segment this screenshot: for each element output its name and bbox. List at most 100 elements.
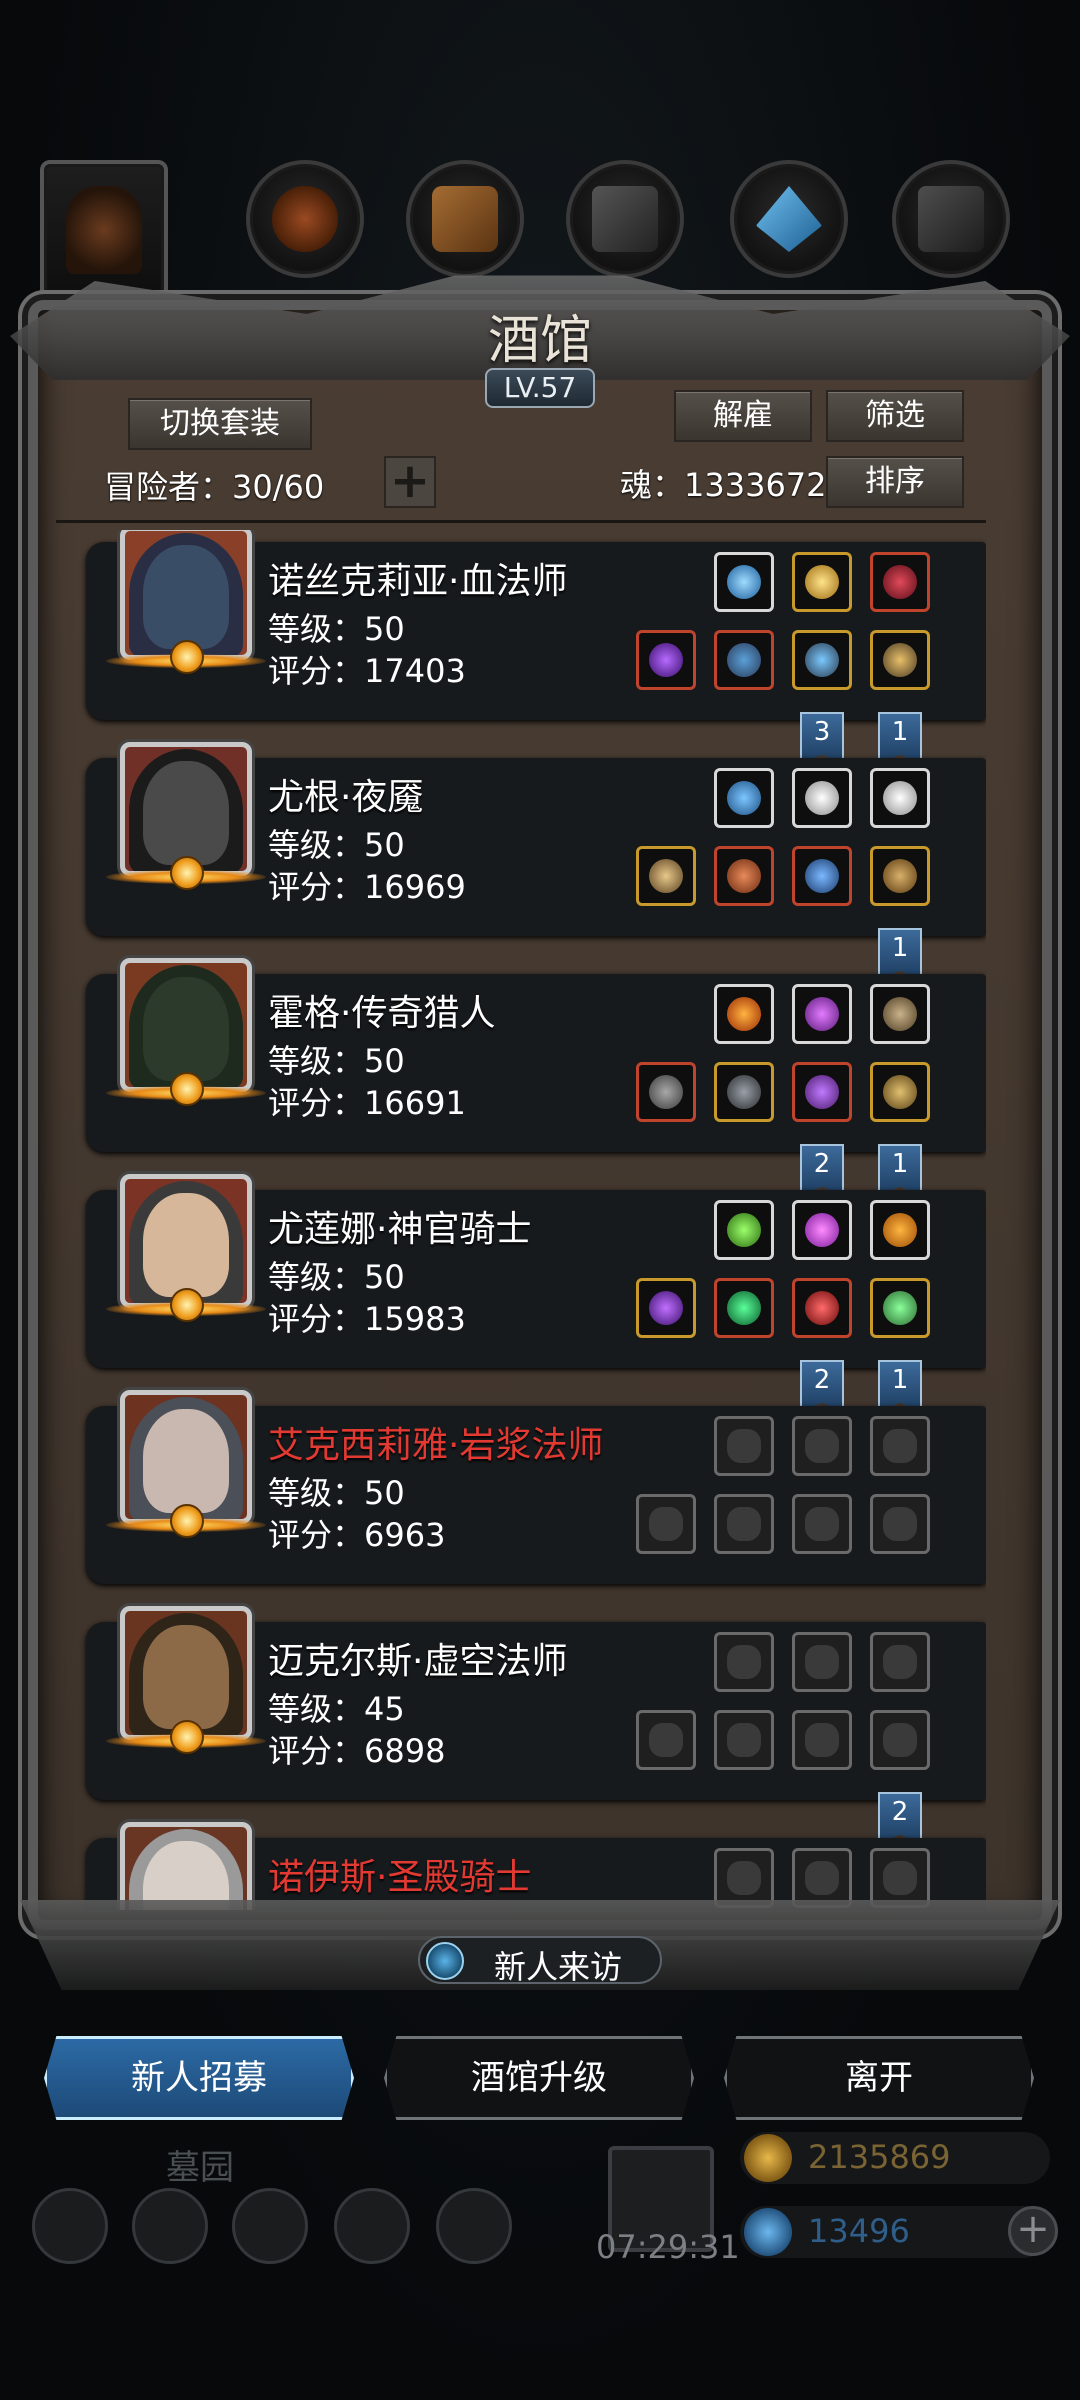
new-visitor-button[interactable]: 新人来访	[418, 1936, 662, 1986]
hero-card[interactable]: 艾克西莉雅·岩浆法师 等级：50 评分：6963	[86, 1390, 986, 1584]
tab-iron[interactable]	[892, 160, 1010, 278]
hero-score: 评分：16969	[268, 868, 466, 906]
equipment-slot[interactable]	[714, 1710, 774, 1770]
hero-card[interactable]: 诺伊斯·圣殿骑士	[86, 1822, 986, 1910]
hero-card[interactable]: 诺丝克莉亚·血法师 等级：50 评分：17403 3 1	[86, 530, 986, 764]
filter-button[interactable]: 筛选	[826, 390, 964, 442]
gem-icon	[883, 781, 917, 815]
rank-star-icon	[170, 640, 204, 674]
empty-slot-icon	[727, 1507, 761, 1541]
settings-gear-icon[interactable]	[32, 2188, 108, 2264]
equipment-slot[interactable]	[714, 552, 774, 612]
equipment-slot[interactable]	[792, 552, 852, 612]
equipment-slot[interactable]	[636, 1710, 696, 1770]
equipment-slot[interactable]	[714, 1062, 774, 1122]
hero-face	[143, 977, 229, 1081]
hero-card[interactable]: 尤莲娜·神官骑士 等级：50 评分：15983 2 1	[86, 1174, 986, 1412]
tab-material[interactable]	[406, 160, 524, 278]
gem-icon	[727, 565, 761, 599]
achievement-icon[interactable]	[132, 2188, 208, 2264]
equipment-slot[interactable]	[870, 630, 930, 690]
tab-crystal[interactable]	[730, 160, 848, 278]
empty-slot-icon	[805, 1861, 839, 1895]
equipment-slot[interactable]	[792, 1494, 852, 1554]
equipment-slot[interactable]	[870, 1062, 930, 1122]
equipment-slot[interactable]	[870, 1416, 930, 1476]
equipment-icon	[805, 859, 839, 893]
equipment-icon	[727, 1075, 761, 1109]
hero-level: 等级：45	[268, 1690, 405, 1728]
equipment-slot[interactable]	[870, 552, 930, 612]
switch-set-button[interactable]: 切换套装	[128, 398, 312, 450]
equipment-slot[interactable]	[792, 630, 852, 690]
gift-timer: 07:29:31	[596, 2228, 740, 2266]
ranking-icon[interactable]	[232, 2188, 308, 2264]
iron-icon	[918, 186, 984, 252]
equipment-slot[interactable]	[870, 1848, 930, 1908]
leave-button[interactable]: 离开	[724, 2036, 1034, 2120]
rank-star-icon	[170, 856, 204, 890]
equipment-slot[interactable]	[792, 768, 852, 828]
tab-hero[interactable]	[40, 160, 168, 300]
equipment-slot[interactable]	[636, 630, 696, 690]
upgrade-tavern-button[interactable]: 酒馆升级	[384, 2036, 694, 2120]
hero-card[interactable]: 霍格·传奇猎人 等级：50 评分：16691 2 1	[86, 958, 986, 1196]
hero-portrait	[120, 1822, 252, 1910]
hero-card[interactable]: 尤根·夜魇 等级：50 评分：16969 1	[86, 742, 986, 980]
gold-coin-icon	[744, 2134, 792, 2182]
hero-face	[143, 545, 229, 649]
stone-icon	[592, 186, 658, 252]
sort-button[interactable]: 排序	[826, 456, 964, 508]
equipment-slot[interactable]	[714, 1494, 774, 1554]
add-gems-button[interactable]: +	[1008, 2206, 1058, 2256]
equipment-slot[interactable]	[792, 1632, 852, 1692]
equipment-slot[interactable]	[792, 1848, 852, 1908]
equipment-slot[interactable]	[792, 984, 852, 1044]
empty-slot-icon	[883, 1861, 917, 1895]
mail-icon[interactable]	[334, 2188, 410, 2264]
equipment-slot[interactable]	[714, 768, 774, 828]
hero-hood-icon	[66, 186, 142, 274]
equipment-slot[interactable]	[870, 1200, 930, 1260]
equipment-slot[interactable]	[792, 846, 852, 906]
tab-stone[interactable]	[566, 160, 684, 278]
equipment-slot[interactable]	[714, 984, 774, 1044]
hero-list[interactable]: 诺丝克莉亚·血法师 等级：50 评分：17403 3 1 尤根·夜魇 等级：50 评分：169…	[56, 530, 986, 1910]
equipment-slot[interactable]	[636, 1062, 696, 1122]
equipment-slot[interactable]	[870, 768, 930, 828]
crystal-icon	[756, 186, 822, 252]
equipment-slot[interactable]	[636, 846, 696, 906]
expand-capacity-button[interactable]: +	[384, 456, 436, 508]
equipment-slot[interactable]	[870, 1710, 930, 1770]
equipment-slot[interactable]	[636, 1494, 696, 1554]
equipment-slot[interactable]	[870, 1632, 930, 1692]
equipment-slot[interactable]	[636, 1278, 696, 1338]
gem-icon	[883, 997, 917, 1031]
equipment-slot[interactable]	[714, 1848, 774, 1908]
equipment-slot[interactable]	[792, 1200, 852, 1260]
equipment-slot[interactable]	[792, 1710, 852, 1770]
equipment-slot[interactable]	[714, 846, 774, 906]
rank-star-icon	[170, 1288, 204, 1322]
tab-armor[interactable]	[246, 160, 364, 278]
equipment-slot[interactable]	[792, 1062, 852, 1122]
equipment-slot[interactable]	[870, 1494, 930, 1554]
gem-icon	[805, 565, 839, 599]
equipment-slot[interactable]	[714, 1200, 774, 1260]
equipment-slot[interactable]	[870, 984, 930, 1044]
recruit-button[interactable]: 新人招募	[44, 2036, 354, 2120]
hero-card[interactable]: 迈克尔斯·虚空法师 等级：45 评分：6898 2	[86, 1606, 986, 1844]
empty-slot-icon	[805, 1723, 839, 1757]
trade-icon[interactable]	[436, 2188, 512, 2264]
equipment-slot[interactable]	[714, 1278, 774, 1338]
equipment-slot[interactable]	[870, 846, 930, 906]
equipment-slot[interactable]	[714, 1632, 774, 1692]
equipment-slot[interactable]	[714, 1416, 774, 1476]
equipment-slot[interactable]	[792, 1416, 852, 1476]
hero-name: 霍格·传奇猎人	[268, 993, 496, 1034]
empty-slot-icon	[883, 1723, 917, 1757]
equipment-slot[interactable]	[714, 630, 774, 690]
equipment-slot[interactable]	[870, 1278, 930, 1338]
dismiss-button[interactable]: 解雇	[674, 390, 812, 442]
equipment-slot[interactable]	[792, 1278, 852, 1338]
